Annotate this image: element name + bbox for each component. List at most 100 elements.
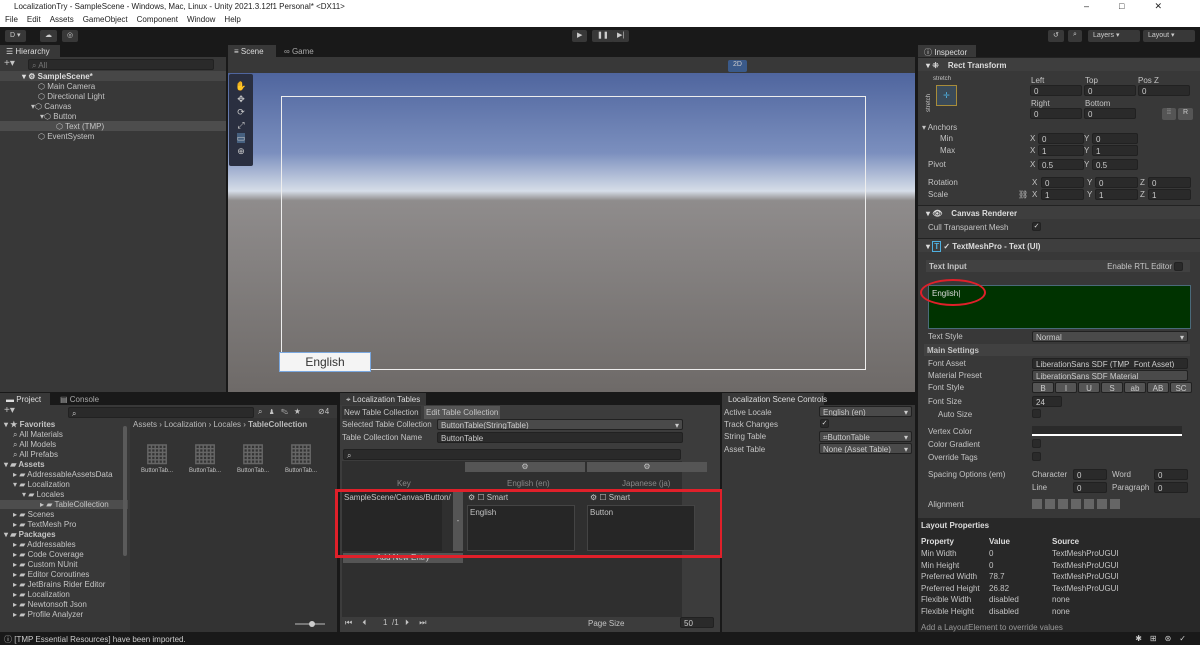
- scale-z[interactable]: 1: [1148, 189, 1191, 200]
- hierarchy-item-directional-light[interactable]: ⬡ Directional Light: [38, 92, 105, 101]
- collab-icon[interactable]: ◎: [62, 30, 78, 42]
- rotation-z[interactable]: 0: [1148, 177, 1191, 188]
- crumb[interactable]: TableCollection: [248, 420, 307, 429]
- lowercase-button[interactable]: ab: [1124, 382, 1146, 393]
- vertex-color-field[interactable]: [1032, 426, 1182, 436]
- menu-help[interactable]: Help: [224, 15, 240, 25]
- step-button[interactable]: ▶|: [612, 30, 629, 42]
- tab-hierarchy[interactable]: ☰ Hierarchy: [0, 45, 60, 57]
- line-field[interactable]: 0: [1073, 482, 1107, 493]
- locale-ja-icon[interactable]: ⚙: [587, 462, 707, 472]
- project-tree-item[interactable]: ▾ ▰ Assets: [4, 460, 45, 469]
- anchor-min-y[interactable]: 0: [1092, 133, 1138, 144]
- text-style-dropdown[interactable]: Normal▾: [1032, 331, 1188, 342]
- search-icon[interactable]: ⌕: [1068, 30, 1082, 42]
- project-tree-item[interactable]: ▸ ▰ TextMesh Pro: [13, 520, 76, 529]
- track-changes-checkbox[interactable]: ✓: [820, 419, 829, 428]
- project-tree-item[interactable]: ▸ ▰ Custom NUnit: [13, 560, 77, 569]
- project-tree-item[interactable]: ▸ ▰ Code Coverage: [13, 550, 84, 559]
- rotation-x[interactable]: 0: [1041, 177, 1084, 188]
- menu-edit[interactable]: Edit: [27, 15, 41, 25]
- hierarchy-item-button[interactable]: ▾⬡ Button: [40, 112, 76, 121]
- project-tree-item[interactable]: ▾ ▰ Locales: [22, 490, 64, 499]
- anchors-foldout[interactable]: ▾ Anchors: [922, 123, 957, 132]
- hierarchy-item-canvas[interactable]: ▾⬡ Canvas: [31, 102, 71, 111]
- page-field[interactable]: 1: [383, 618, 387, 627]
- window-controls[interactable]: –□✕: [1084, 1, 1192, 12]
- tab-console[interactable]: ▤ Console: [54, 393, 105, 405]
- menu-component[interactable]: Component: [137, 15, 178, 25]
- asset-item[interactable]: ▦ButtonTab...: [231, 436, 275, 474]
- project-tree-item[interactable]: ▸ ▰ Newtonsoft Json: [13, 600, 87, 609]
- rotation-y[interactable]: 0: [1095, 177, 1138, 188]
- bold-button[interactable]: B: [1032, 382, 1054, 393]
- pause-button[interactable]: ❚❚: [592, 30, 614, 42]
- new-table-collection-tab[interactable]: New Table Collection: [342, 406, 421, 419]
- pivot-x[interactable]: 0.5: [1038, 159, 1084, 170]
- auto-size-checkbox[interactable]: [1032, 409, 1041, 418]
- anchor-preset-button[interactable]: ✛: [936, 85, 957, 106]
- underline-button[interactable]: U: [1078, 382, 1100, 393]
- bottom-field[interactable]: 0: [1084, 108, 1136, 119]
- project-tree-item[interactable]: ▸ ▰ Scenes: [13, 510, 54, 519]
- cull-checkbox[interactable]: ✓: [1032, 222, 1041, 231]
- rect-transform-header[interactable]: ▾ ⁜ Rect Transform: [918, 57, 1200, 71]
- hierarchy-item-main-camera[interactable]: ⬡ Main Camera: [38, 82, 95, 91]
- uppercase-button[interactable]: AB: [1147, 382, 1169, 393]
- font-size-field[interactable]: 24: [1032, 396, 1062, 407]
- asset-item[interactable]: ▦ButtonTab...: [183, 436, 227, 474]
- anchor-min-x[interactable]: 0: [1038, 133, 1084, 144]
- active-locale-dropdown[interactable]: English (en)▾: [819, 406, 912, 417]
- status-icons[interactable]: ✱⊞⊛✓: [1135, 634, 1194, 643]
- tab-inspector[interactable]: ⓘ Inspector: [918, 45, 976, 57]
- smallcaps-button[interactable]: SC: [1170, 382, 1192, 393]
- table-search[interactable]: ⌕: [343, 449, 681, 460]
- tab-localization-tables[interactable]: ⌖ Localization Tables: [340, 393, 426, 405]
- cloud-icon[interactable]: ☁: [40, 30, 57, 42]
- alignment-buttons[interactable]: [1032, 499, 1120, 509]
- override-tags-checkbox[interactable]: [1032, 452, 1041, 461]
- hierarchy-item-text-tmp[interactable]: ⬡ Text (TMP): [56, 122, 104, 131]
- pivot-y[interactable]: 0.5: [1092, 159, 1138, 170]
- project-tree-item[interactable]: ▸ ▰ Localization: [13, 590, 70, 599]
- status-message[interactable]: [TMP Essential Resources] have been impo…: [14, 635, 186, 644]
- character-field[interactable]: 0: [1073, 469, 1107, 480]
- project-tree-item[interactable]: ▸ ▰ AddressableAssetsData: [13, 470, 113, 479]
- add-button[interactable]: +▾: [4, 58, 15, 69]
- zoom-slider[interactable]: [295, 623, 325, 625]
- pager-nav-next[interactable]: ⏵ ⏭: [405, 618, 430, 628]
- asset-item[interactable]: ▦ButtonTab...: [135, 436, 179, 474]
- menu-gameobject[interactable]: GameObject: [83, 15, 128, 25]
- play-button[interactable]: ▶: [572, 30, 587, 42]
- material-dropdown[interactable]: LiberationSans SDF Material: [1032, 370, 1188, 381]
- rtl-checkbox[interactable]: [1174, 262, 1183, 271]
- locale-en-icon[interactable]: ⚙: [465, 462, 585, 472]
- pager-nav[interactable]: ⏮ ⏴: [345, 618, 370, 628]
- hierarchy-item-eventsystem[interactable]: ⬡ EventSystem: [38, 132, 94, 141]
- project-tree-item[interactable]: ▸ ▰ JetBrains Rider Editor: [13, 580, 105, 589]
- project-tree-item[interactable]: ▸ ▰ Editor Coroutines: [13, 570, 89, 579]
- collection-name-field[interactable]: ButtonTable: [437, 432, 683, 443]
- 2d-toggle[interactable]: 2D: [728, 60, 747, 72]
- project-tree-item[interactable]: ▾ ★ Favorites: [4, 420, 55, 429]
- paragraph-field[interactable]: 0: [1154, 482, 1188, 493]
- scale-x[interactable]: 1: [1041, 189, 1084, 200]
- asset-table-dropdown[interactable]: None (Asset Table)▾: [819, 443, 912, 454]
- tab-scene-controls[interactable]: Localization Scene Controls: [722, 393, 824, 405]
- word-field[interactable]: 0: [1154, 469, 1188, 480]
- color-gradient-checkbox[interactable]: [1032, 439, 1041, 448]
- top-field[interactable]: 0: [1084, 85, 1136, 96]
- strikethrough-button[interactable]: S: [1101, 382, 1123, 393]
- tab-project[interactable]: ▬ Project: [0, 393, 50, 405]
- posz-field[interactable]: 0: [1138, 85, 1190, 96]
- crumb[interactable]: Localization: [164, 420, 206, 429]
- raw-edit-button[interactable]: R: [1178, 108, 1193, 120]
- menu-file[interactable]: File: [5, 15, 18, 25]
- tab-scene[interactable]: ≡ Scene: [228, 45, 276, 57]
- anchor-max-x[interactable]: 1: [1038, 145, 1084, 156]
- project-tree-item[interactable]: ▸ ▰ TableCollection: [0, 500, 128, 509]
- string-table-dropdown[interactable]: ⌗ButtonTable▾: [819, 431, 912, 442]
- scale-y[interactable]: 1: [1095, 189, 1138, 200]
- hierarchy-item-samplescene[interactable]: ▾ ⚙ SampleScene*: [22, 72, 93, 81]
- selected-collection-dropdown[interactable]: ButtonTable(StringTable)▾: [437, 419, 683, 430]
